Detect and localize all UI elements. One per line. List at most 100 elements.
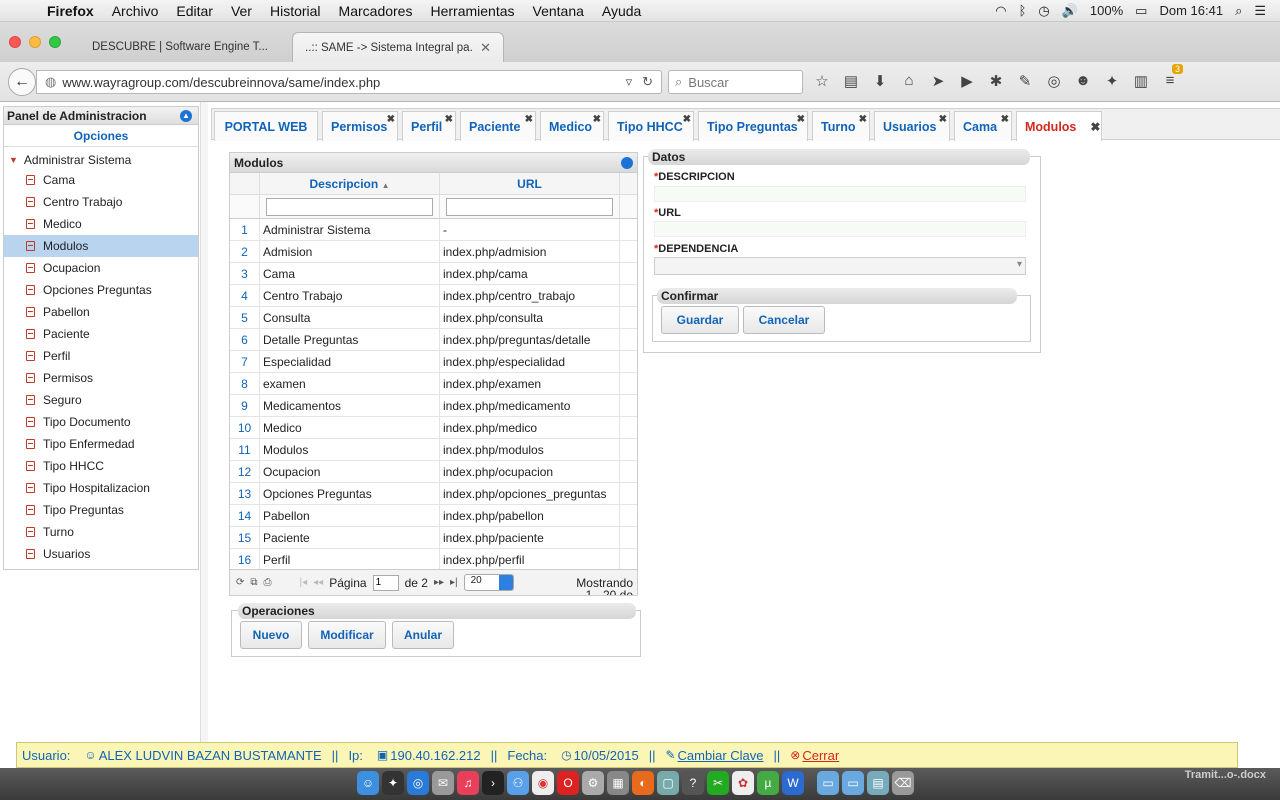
back-button[interactable]: ← [8,68,36,96]
minimize-window-button[interactable] [29,36,41,48]
copy-icon[interactable]: ⧉ [250,577,257,588]
table-row[interactable]: 7 Especialidad index.php/especialidad [230,350,637,373]
tree-item-ocupacion[interactable]: Ocupacion [4,257,198,279]
close-tab-icon[interactable]: ✖ [525,114,533,125]
help-icon[interactable]: ? [682,771,704,795]
descripcion-input[interactable] [654,186,1026,202]
downloads-folder-icon[interactable]: ▭ [842,771,864,795]
tree-item-turno[interactable]: Turno [4,521,198,543]
menu-editar[interactable]: Editar [167,3,222,19]
tree-item-seguro[interactable]: Seguro [4,389,198,411]
photos-icon[interactable]: ✿ [732,771,754,795]
satellite-icon[interactable]: ✱ [986,72,1006,90]
collapse-icon[interactable] [621,157,633,169]
tab-cama[interactable]: Cama ✖ [954,111,1012,141]
clipboard-icon[interactable]: ▥ [1131,72,1151,90]
menu-ayuda[interactable]: Ayuda [593,3,650,19]
download-icon[interactable]: ⬇ [870,72,890,90]
tab-perfil[interactable]: Perfil ✖ [402,111,456,141]
tree-item-pabellon[interactable]: Pabellon [4,301,198,323]
menu-marcadores[interactable]: Marcadores [330,3,422,19]
tree-item-tipo-documento[interactable]: Tipo Documento [4,411,198,433]
menu-archivo[interactable]: Archivo [103,3,168,19]
reading-list-icon[interactable]: ▤ [841,72,861,90]
dependencia-select[interactable] [654,257,1026,275]
notification-center-icon[interactable]: ☰ [1254,3,1266,19]
dropdown-arrow-icon[interactable]: ▿ [626,74,633,90]
launchpad-icon[interactable]: ✦ [382,771,404,795]
tree-root[interactable]: ▼ Administrar Sistema [4,147,198,169]
spotlight-icon[interactable]: ⌕ [1235,3,1242,19]
page-size-select[interactable]: 20 [463,574,514,591]
tab-turno[interactable]: Turno ✖ [812,111,870,141]
close-tab-icon[interactable]: ✖ [1090,120,1100,134]
table-row[interactable]: 6 Detalle Preguntas index.php/preguntas/de… [230,328,637,351]
filter-descripcion-input[interactable] [266,198,433,216]
table-row[interactable]: 3 Cama index.php/cama [230,262,637,285]
close-tab-icon[interactable]: ✖ [797,114,805,125]
tab-paciente[interactable]: Paciente ✖ [460,111,536,141]
mail-icon[interactable]: ✉ [432,771,454,795]
tree-item-perfil[interactable]: Perfil [4,345,198,367]
menu-icon[interactable]: ≡ [1160,72,1180,90]
menu-herramientas[interactable]: Herramientas [421,3,523,19]
browser-tab-same[interactable]: ..:: SAME -> Sistema Integral pa... ✕ [292,32,504,62]
torrent-icon[interactable]: µ [757,771,779,795]
wifi-icon[interactable]: ◠ [995,3,1006,19]
menu-ver[interactable]: Ver [222,3,261,19]
close-tab-icon[interactable]: ✖ [859,114,867,125]
table-row[interactable]: 8 examen index.php/examen [230,372,637,395]
tab-permisos[interactable]: Permisos ✖ [322,111,398,141]
tree-item-usuarios[interactable]: Usuarios [4,543,198,565]
menu-historial[interactable]: Historial [261,3,330,19]
page-input[interactable] [372,574,399,591]
table-row[interactable]: 14 Pabellon index.php/pabellon [230,504,637,527]
zoom-window-button[interactable] [49,36,61,48]
box-icon[interactable]: ▢ [657,771,679,795]
tree-item-tipo-hhcc[interactable]: Tipo HHCC [4,455,198,477]
opera-icon[interactable]: O [557,771,579,795]
tree-item-cama[interactable]: Cama [4,169,198,191]
close-tab-icon[interactable]: ✖ [445,114,453,125]
wrench-icon[interactable]: ✂ [707,771,729,795]
battery-icon[interactable]: ▭ [1135,3,1147,19]
network-icon[interactable]: ⚇ [507,771,529,795]
url-bar[interactable]: ◍ www.wayragroup.com/descubreinnova/same… [36,70,662,94]
chrome-icon[interactable]: ◉ [532,771,554,795]
safari-icon[interactable]: ◎ [407,771,429,795]
prev-page-icon[interactable]: ◂◂ [313,577,323,588]
time-machine-icon[interactable]: ◷ [1038,3,1049,19]
table-row[interactable]: 1 Administrar Sistema - [230,219,637,241]
bluetooth-icon[interactable]: ᛒ [1019,3,1027,18]
next-page-icon[interactable]: ▸▸ [434,577,444,588]
tree-item-medico[interactable]: Medico [4,213,198,235]
youtube-icon[interactable]: ▶ [957,72,977,90]
lifebuoy-icon[interactable]: ◎ [1044,72,1064,90]
refresh-icon[interactable]: ⟳ [236,577,244,588]
tree-item-centro-trabajo[interactable]: Centro Trabajo [4,191,198,213]
trash-icon[interactable]: ⌫ [892,771,914,795]
send-icon[interactable]: ➤ [928,72,948,90]
nuevo-button[interactable]: Nuevo [240,621,302,649]
anular-button[interactable]: Anular [392,621,454,649]
url-input[interactable] [654,221,1026,237]
close-tab-icon[interactable]: ✖ [939,114,947,125]
table-row[interactable]: 9 Medicamentos index.php/medicamento [230,394,637,417]
column-header-url[interactable]: URL [440,173,620,194]
browser-tab-descubre[interactable]: DESCUBRE | Software Engine T... [80,32,292,62]
tree-item-paciente[interactable]: Paciente [4,323,198,345]
terminal-icon[interactable]: › [482,771,504,795]
logout-link[interactable]: Cerrar [802,748,839,763]
word-icon[interactable]: W [782,771,804,795]
panel-splitter[interactable] [200,102,208,768]
folder-icon[interactable]: ▭ [817,771,839,795]
search-bar[interactable]: ⌕ Buscar [668,70,803,94]
tab-tipo-preguntas[interactable]: Tipo Preguntas ✖ [698,111,808,141]
tree-item-modulos[interactable]: Modulos [4,235,198,257]
close-tab-icon[interactable]: ✖ [593,114,601,125]
table-row[interactable]: 11 Modulos index.php/modulos [230,438,637,461]
filter-url-input[interactable] [446,198,613,216]
close-tab-icon[interactable]: ✖ [1001,114,1009,125]
tab-modulos[interactable]: Modulos ✖ [1016,111,1102,141]
close-tab-icon[interactable]: ✖ [387,114,395,125]
